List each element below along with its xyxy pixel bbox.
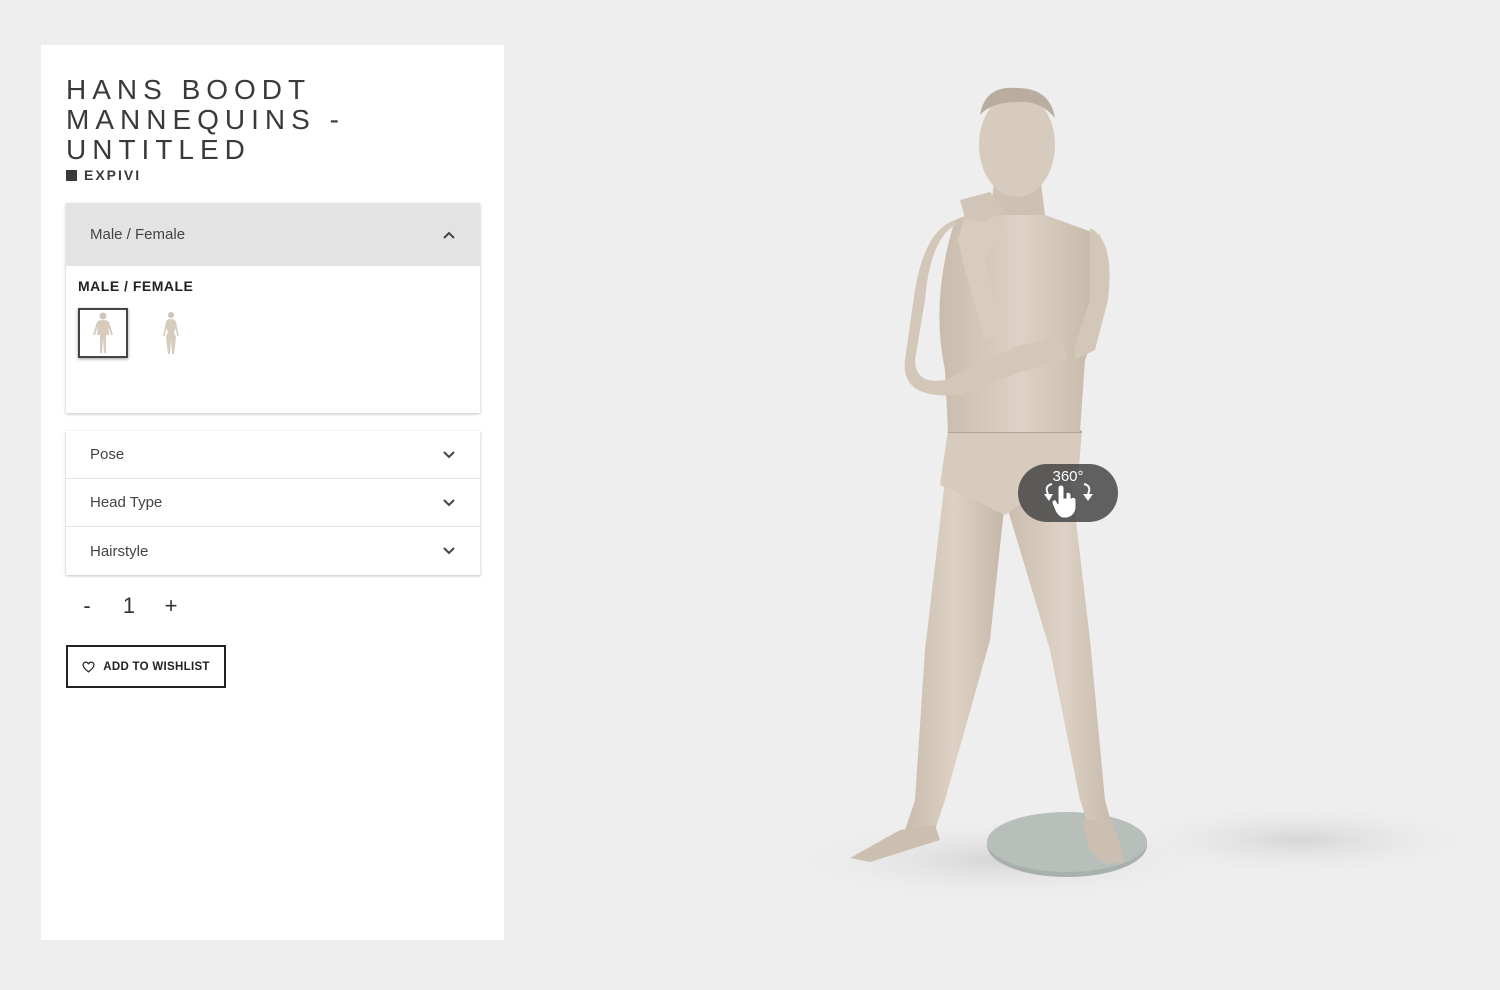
- wishlist-label: ADD TO WISHLIST: [103, 660, 210, 673]
- accordion-item-label: Head Type: [90, 494, 163, 511]
- chevron-down-icon: [442, 544, 456, 558]
- product-title: HANS BOODT MANNEQUINS - UNTITLED: [66, 74, 345, 165]
- hand-rotate-icon: [1044, 483, 1093, 519]
- accordion-header-label: Male / Female: [90, 226, 186, 243]
- quantity-increment-button[interactable]: +: [150, 593, 192, 619]
- accordion-list: Pose Head Type Hairstyle: [66, 431, 480, 575]
- quantity-stepper: - 1 +: [66, 593, 192, 619]
- rotate-360-control[interactable]: 360°: [1018, 464, 1118, 522]
- accordion-item-head-type[interactable]: Head Type: [66, 479, 480, 527]
- accordion-item-pose[interactable]: Pose: [66, 431, 480, 479]
- female-mannequin-icon: [163, 312, 179, 354]
- accordion-header-male-female[interactable]: Male / Female: [66, 203, 480, 266]
- option-thumbnails: [78, 308, 468, 358]
- quantity-value[interactable]: 1: [108, 593, 150, 619]
- product-configurator-page: HANS BOODT MANNEQUINS - UNTITLED EXPIVI …: [0, 0, 1500, 990]
- accordion-item-hairstyle[interactable]: Hairstyle: [66, 527, 480, 575]
- accordion-male-female: Male / Female MALE / FEMALE: [66, 203, 480, 413]
- accordion-body: MALE / FEMALE: [66, 266, 480, 368]
- male-mannequin-icon: [93, 312, 113, 353]
- configurator-panel: HANS BOODT MANNEQUINS - UNTITLED EXPIVI …: [41, 45, 504, 940]
- option-group-label: MALE / FEMALE: [78, 278, 194, 294]
- chevron-up-icon: [442, 228, 456, 242]
- accordion-item-label: Hairstyle: [90, 542, 149, 560]
- brand-label: EXPIVI: [66, 167, 141, 183]
- 3d-viewer[interactable]: 360°: [504, 0, 1500, 990]
- add-to-wishlist-button[interactable]: ADD TO WISHLIST: [66, 645, 226, 688]
- chevron-down-icon: [442, 448, 456, 462]
- chevron-down-icon: [442, 496, 456, 510]
- option-female-thumbnail[interactable]: [146, 308, 196, 358]
- heart-icon: [82, 661, 95, 673]
- option-male-thumbnail[interactable]: [78, 308, 128, 358]
- brand-name: EXPIVI: [84, 167, 142, 183]
- accordion-item-label: Pose: [90, 446, 125, 463]
- brand-square-icon: [66, 169, 77, 181]
- mannequin-model: [770, 87, 1490, 905]
- quantity-decrement-button[interactable]: -: [66, 593, 108, 619]
